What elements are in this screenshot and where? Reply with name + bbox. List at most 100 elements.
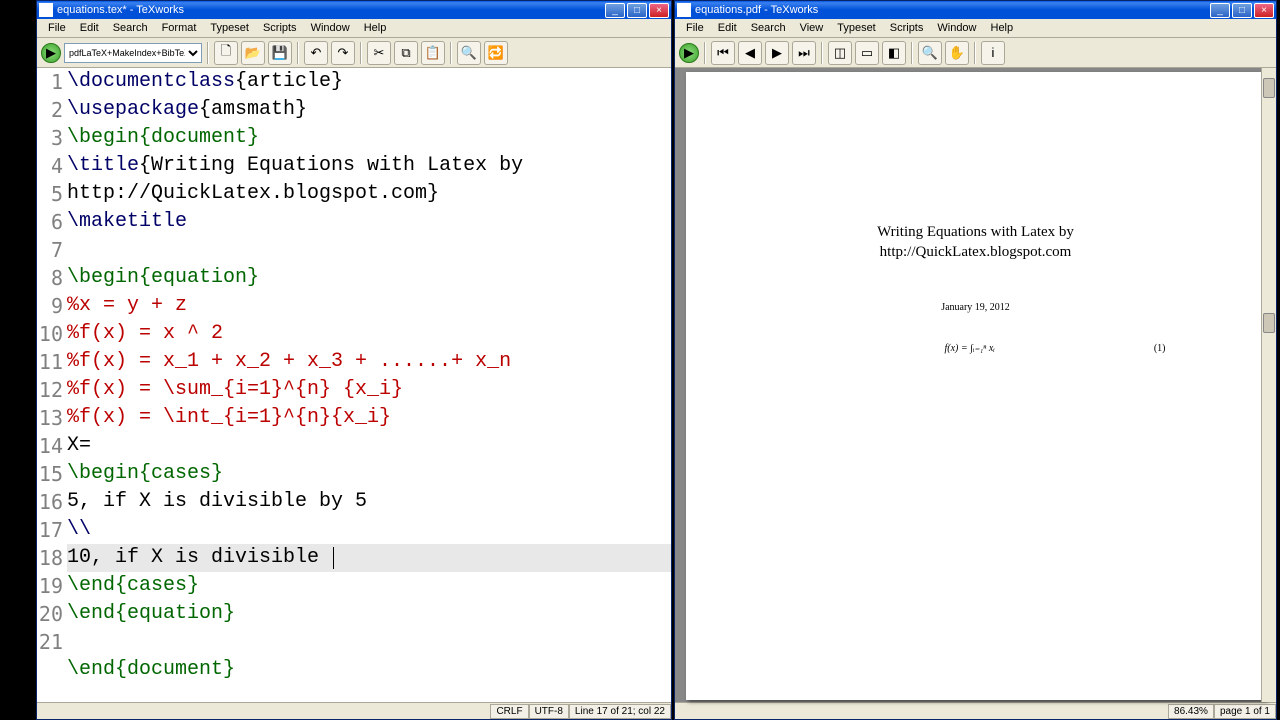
scrollbar-thumb[interactable]	[1263, 78, 1275, 98]
minimize-button[interactable]: _	[1210, 3, 1230, 18]
typeset-run-button[interactable]: ▶	[41, 43, 61, 63]
menu-scripts[interactable]: Scripts	[883, 20, 931, 36]
code-area[interactable]: \documentclass{article}\usepackage{amsma…	[67, 68, 671, 702]
typeset-engine-select[interactable]: pdfLaTeX+MakeIndex+BibTeX	[64, 43, 202, 63]
code-line[interactable]: \maketitle	[67, 208, 671, 236]
viewer-statusbar: 86.43% page 1 of 1	[675, 702, 1276, 719]
menu-window[interactable]: Window	[930, 20, 983, 36]
menu-search[interactable]: Search	[744, 20, 793, 36]
line-number: 2	[37, 96, 63, 124]
line-number: 3	[37, 124, 63, 152]
code-line[interactable]: %f(x) = x_1 + x_2 + x_3 + ......+ x_n	[67, 348, 671, 376]
editor-menubar: FileEditSearchFormatTypesetScriptsWindow…	[37, 19, 671, 38]
undo-icon[interactable]: ↶	[304, 41, 328, 65]
code-line[interactable]	[67, 628, 671, 656]
code-line[interactable]: \title{Writing Equations with Latex by	[67, 152, 671, 180]
code-line[interactable]: 10, if X is divisible	[67, 544, 671, 572]
menu-search[interactable]: Search	[106, 20, 155, 36]
minimize-button[interactable]: _	[605, 3, 625, 18]
code-line[interactable]: \end{cases}	[67, 572, 671, 600]
line-number: 9	[37, 292, 63, 320]
paste-icon[interactable]: 📋	[421, 41, 445, 65]
line-number: 15	[37, 460, 63, 488]
editor-titlebar[interactable]: equations.tex* - TeXworks _ □ ×	[37, 1, 671, 19]
code-line[interactable]	[67, 236, 671, 264]
line-number: 14	[37, 432, 63, 460]
menu-help[interactable]: Help	[984, 20, 1021, 36]
menu-file[interactable]: File	[41, 20, 73, 36]
code-line[interactable]: %f(x) = \int_{i=1}^{n}{x_i}	[67, 404, 671, 432]
cut-icon[interactable]: ✂	[367, 41, 391, 65]
editor-title: equations.tex* - TeXworks	[57, 4, 605, 16]
code-line[interactable]: \usepackage{amsmath}	[67, 96, 671, 124]
save-icon[interactable]: 💾	[268, 41, 292, 65]
app-icon	[677, 3, 691, 17]
code-line[interactable]: \end{equation}	[67, 600, 671, 628]
scrollbar-thumb[interactable]	[1263, 313, 1275, 333]
line-number: 8	[37, 264, 63, 292]
app-icon	[39, 3, 53, 17]
menu-typeset[interactable]: Typeset	[830, 20, 883, 36]
menu-file[interactable]: File	[679, 20, 711, 36]
open-icon[interactable]: 📂	[241, 41, 265, 65]
menu-edit[interactable]: Edit	[73, 20, 106, 36]
menu-help[interactable]: Help	[357, 20, 394, 36]
code-line[interactable]: X=	[67, 432, 671, 460]
menu-window[interactable]: Window	[304, 20, 357, 36]
viewer-body[interactable]: Writing Equations with Latex by http://Q…	[675, 68, 1276, 702]
new-icon[interactable]: 🗋	[214, 41, 238, 65]
code-line[interactable]: \begin{equation}	[67, 264, 671, 292]
menu-view[interactable]: View	[793, 20, 831, 36]
menu-scripts[interactable]: Scripts	[256, 20, 304, 36]
copy-icon[interactable]: ⧉	[394, 41, 418, 65]
editor-window: equations.tex* - TeXworks _ □ × FileEdit…	[36, 0, 672, 720]
viewer-window: equations.pdf - TeXworks _ □ × FileEditS…	[674, 0, 1277, 720]
code-line[interactable]: \\	[67, 516, 671, 544]
status-eol[interactable]: CRLF	[490, 704, 528, 719]
line-number: 19	[37, 572, 63, 600]
editor-body[interactable]: 123456789101112131415161718192021 \docum…	[37, 68, 671, 702]
typeset-run-button[interactable]: ▶	[679, 43, 699, 63]
fit-width-icon[interactable]: ▭	[855, 41, 879, 65]
next-page-icon[interactable]: ▶	[765, 41, 789, 65]
status-encoding[interactable]: UTF-8	[529, 704, 569, 719]
maximize-button[interactable]: □	[627, 3, 647, 18]
line-number: 17	[37, 516, 63, 544]
code-line[interactable]: \end{document}	[67, 656, 671, 684]
close-button[interactable]: ×	[649, 3, 669, 18]
last-page-icon[interactable]: ⏭	[792, 41, 816, 65]
editor-toolbar: ▶ pdfLaTeX+MakeIndex+BibTeX 🗋 📂 💾 ↶ ↷ ✂ …	[37, 38, 671, 68]
search-icon[interactable]: 🔍	[457, 41, 481, 65]
status-zoom[interactable]: 86.43%	[1168, 704, 1214, 719]
viewer-scrollbar[interactable]	[1261, 68, 1276, 702]
select-text-icon[interactable]: Ꭵ	[981, 41, 1005, 65]
line-number: 6	[37, 208, 63, 236]
viewer-titlebar[interactable]: equations.pdf - TeXworks _ □ ×	[675, 1, 1276, 19]
menu-edit[interactable]: Edit	[711, 20, 744, 36]
code-line[interactable]: \begin{cases}	[67, 460, 671, 488]
doc-date: January 19, 2012	[766, 302, 1186, 313]
magnify-icon[interactable]: 🔍	[918, 41, 942, 65]
code-line[interactable]: \begin{document}	[67, 124, 671, 152]
redo-icon[interactable]: ↷	[331, 41, 355, 65]
maximize-button[interactable]: □	[1232, 3, 1252, 18]
code-line[interactable]: http://QuickLatex.blogspot.com}	[67, 180, 671, 208]
menu-typeset[interactable]: Typeset	[203, 20, 256, 36]
line-number: 12	[37, 376, 63, 404]
line-number: 7	[37, 236, 63, 264]
code-line[interactable]: %x = y + z	[67, 292, 671, 320]
actual-size-icon[interactable]: ◫	[828, 41, 852, 65]
close-button[interactable]: ×	[1254, 3, 1274, 18]
fit-window-icon[interactable]: ◧	[882, 41, 906, 65]
replace-icon[interactable]: 🔁	[484, 41, 508, 65]
code-line[interactable]: \documentclass{article}	[67, 68, 671, 96]
line-number: 1	[37, 68, 63, 96]
menu-format[interactable]: Format	[155, 20, 204, 36]
code-line[interactable]: %f(x) = x ^ 2	[67, 320, 671, 348]
code-line[interactable]: 5, if X is divisible by 5	[67, 488, 671, 516]
code-line[interactable]: %f(x) = \sum_{i=1}^{n} {x_i}	[67, 376, 671, 404]
first-page-icon[interactable]: ⏮	[711, 41, 735, 65]
prev-page-icon[interactable]: ◀	[738, 41, 762, 65]
line-number: 10	[37, 320, 63, 348]
scroll-hand-icon[interactable]: ✋	[945, 41, 969, 65]
